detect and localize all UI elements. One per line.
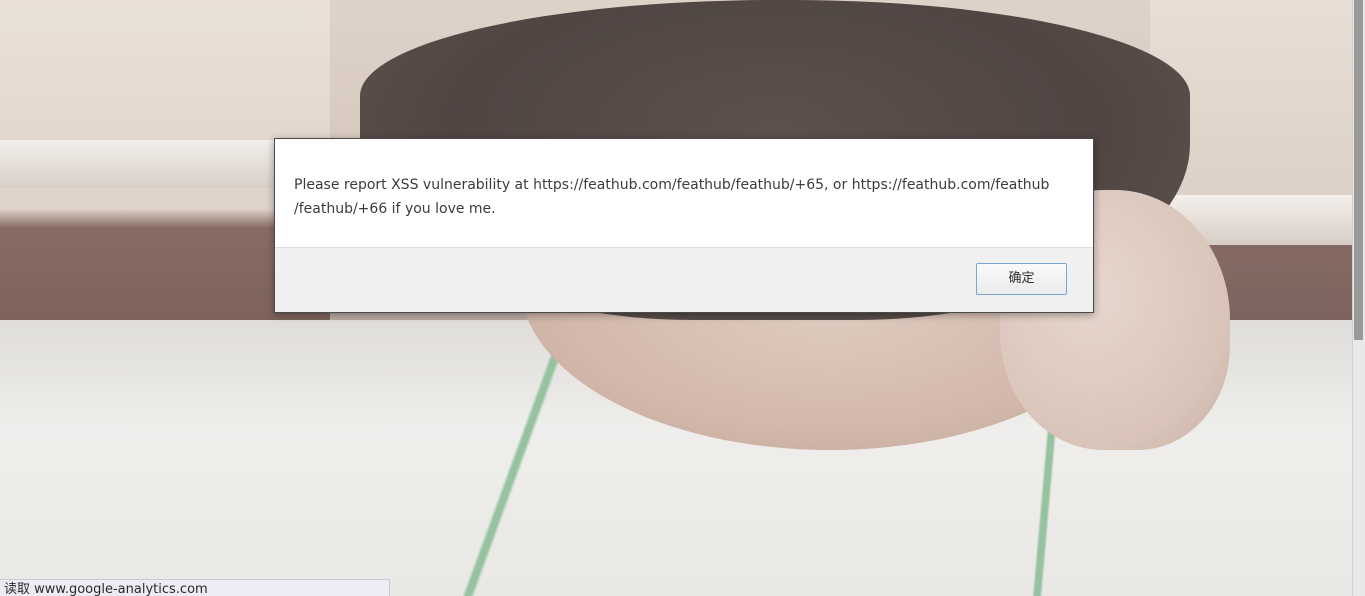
status-bar: 读取 www.google-analytics.com xyxy=(0,579,390,596)
alert-message: Please report XSS vulnerability at https… xyxy=(294,177,1050,217)
alert-body: Please report XSS vulnerability at https… xyxy=(275,139,1093,247)
scrollbar-thumb[interactable] xyxy=(1354,0,1363,340)
alert-dialog: Please report XSS vulnerability at https… xyxy=(274,138,1094,313)
browser-viewport: Please report XSS vulnerability at https… xyxy=(0,0,1365,596)
ok-button[interactable]: 确定 xyxy=(976,263,1067,295)
alert-footer: 确定 xyxy=(275,247,1093,312)
